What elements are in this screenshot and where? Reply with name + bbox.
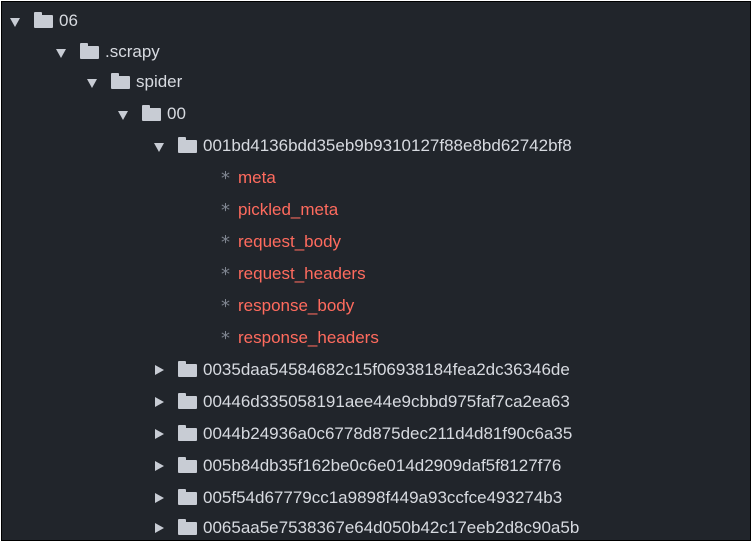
folder-label: 00 xyxy=(167,104,186,123)
tree-folder-scrapy[interactable]: .scrapy xyxy=(2,36,160,68)
chevron-right-icon[interactable] xyxy=(155,493,164,503)
folder-label: 0065aa5e7538367e64d050b42c17eeb2d8c90a5b xyxy=(203,518,580,537)
chevron-right-icon[interactable] xyxy=(155,365,164,375)
folder-icon xyxy=(111,72,130,89)
asterisk-icon: * xyxy=(221,231,230,253)
chevron-down-icon[interactable] xyxy=(10,17,20,27)
folder-label: .scrapy xyxy=(105,42,160,61)
folder-icon xyxy=(178,360,197,377)
folder-label: 0035daa54584682c15f06938184fea2dc36346de xyxy=(203,360,570,379)
chevron-right-icon[interactable] xyxy=(155,461,164,471)
chevron-down-icon[interactable] xyxy=(154,142,164,152)
asterisk-icon: * xyxy=(221,263,230,285)
asterisk-icon: * xyxy=(221,295,230,317)
tree-folder-005b84d[interactable]: 005b84db35f162be0c6e014d2909daf5f8127f76 xyxy=(2,450,561,482)
file-label: response_headers xyxy=(238,328,379,347)
folder-icon xyxy=(178,518,197,535)
folder-icon xyxy=(178,424,197,441)
chevron-down-icon[interactable] xyxy=(56,48,66,58)
folder-label: 00446d335058191aee44e9cbbd975faf7ca2ea63 xyxy=(203,392,570,411)
folder-icon xyxy=(178,136,197,153)
file-label: request_body xyxy=(238,232,342,251)
chevron-right-icon[interactable] xyxy=(155,429,164,439)
tree-folder-0035daa[interactable]: 0035daa54584682c15f06938184fea2dc36346de xyxy=(2,354,570,386)
chevron-right-icon[interactable] xyxy=(155,523,164,533)
chevron-down-icon[interactable] xyxy=(118,110,128,120)
folder-label: 0044b24936a0c6778d875dec211d4d81f90c6a35 xyxy=(203,424,573,443)
folder-label: spider xyxy=(136,72,183,91)
folder-icon xyxy=(178,488,197,505)
file-label: response_body xyxy=(238,296,355,315)
tree-folder-001bd4136[interactable]: 001bd4136bdd35eb9b9310127f88e8bd62742bf8 xyxy=(2,130,572,162)
tree-folder-00446d3[interactable]: 00446d335058191aee44e9cbbd975faf7ca2ea63 xyxy=(2,386,570,418)
folder-icon xyxy=(80,42,99,59)
tree-file-response-headers[interactable]: * response_headers xyxy=(2,322,379,354)
tree-file-meta[interactable]: * meta xyxy=(2,162,276,194)
tree-folder-0065aa5[interactable]: 0065aa5e7538367e64d050b42c17eeb2d8c90a5b xyxy=(2,512,580,540)
folder-icon xyxy=(178,456,197,473)
file-label: request_headers xyxy=(238,264,366,283)
asterisk-icon: * xyxy=(221,167,230,189)
folder-icon xyxy=(142,104,161,121)
tree-file-request-body[interactable]: * request_body xyxy=(2,226,341,258)
folder-icon xyxy=(34,11,53,28)
tree-folder-0044b24[interactable]: 0044b24936a0c6778d875dec211d4d81f90c6a35 xyxy=(2,418,572,450)
folder-label: 001bd4136bdd35eb9b9310127f88e8bd62742bf8 xyxy=(203,136,572,155)
folder-label: 005b84db35f162be0c6e014d2909daf5f8127f76 xyxy=(203,456,562,475)
chevron-down-icon[interactable] xyxy=(87,78,97,88)
tree-file-response-body[interactable]: * response_body xyxy=(2,290,354,322)
chevron-right-icon[interactable] xyxy=(155,397,164,407)
folder-label: 005f54d67779cc1a9898f449a93ccfce493274b3 xyxy=(203,488,563,507)
tree-folder-spider[interactable]: spider xyxy=(2,66,182,98)
folder-icon xyxy=(178,392,197,409)
tree-folder-00[interactable]: 00 xyxy=(2,98,186,130)
folder-label: 06 xyxy=(59,11,78,30)
tree-folder-005f54d[interactable]: 005f54d67779cc1a9898f449a93ccfce493274b3 xyxy=(2,482,562,514)
file-label: meta xyxy=(238,168,276,187)
tree-file-request-headers[interactable]: * request_headers xyxy=(2,258,366,290)
tree-file-pickled-meta[interactable]: * pickled_meta xyxy=(2,194,338,226)
file-label: pickled_meta xyxy=(238,200,339,219)
file-tree-panel: 06 .scrapy spider 00 001bd4136bdd35eb9b9… xyxy=(1,1,751,541)
asterisk-icon: * xyxy=(221,327,230,349)
tree-folder-06[interactable]: 06 xyxy=(2,5,78,37)
asterisk-icon: * xyxy=(221,199,230,221)
